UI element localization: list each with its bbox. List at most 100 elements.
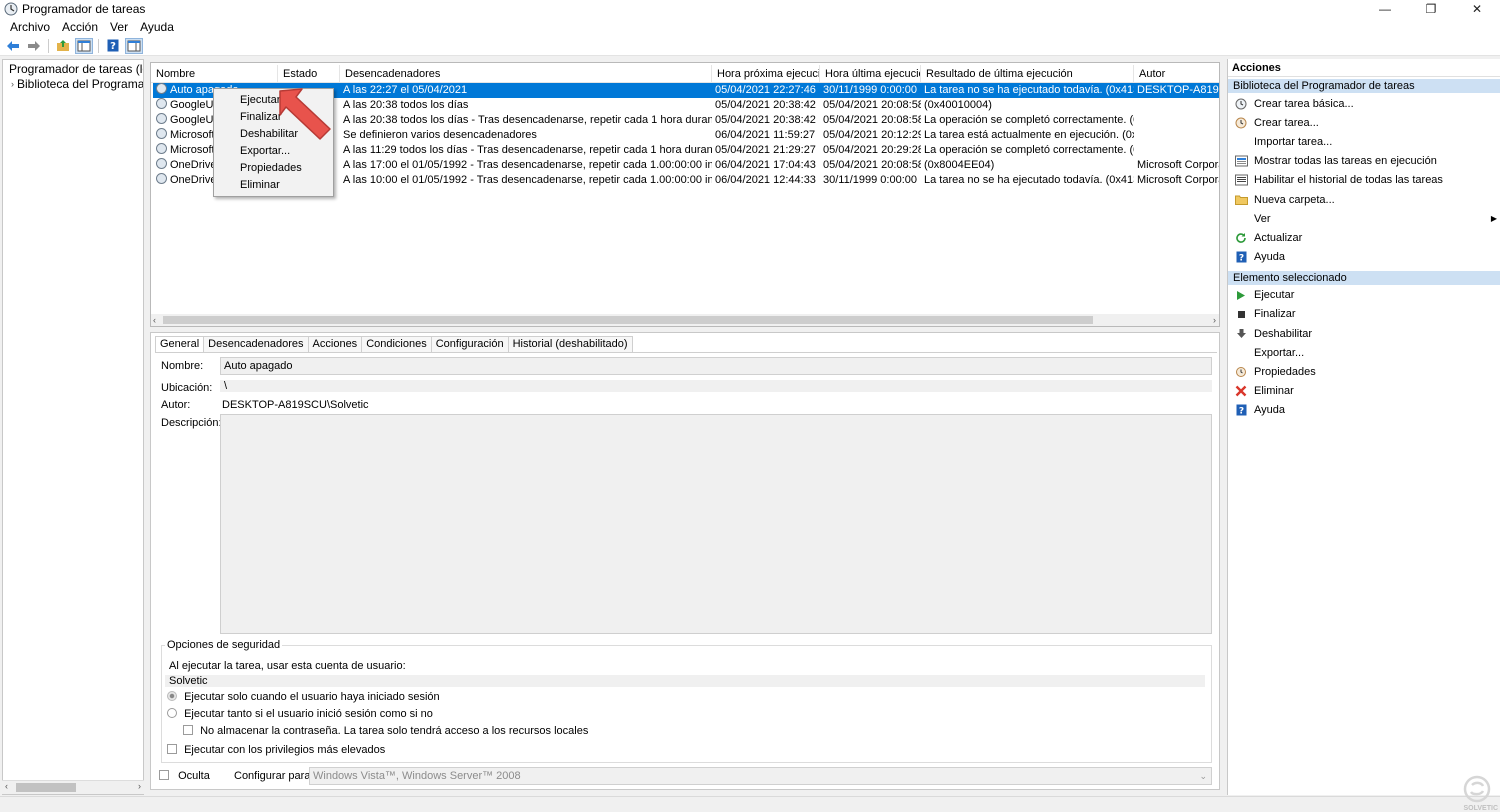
- menu-ayuda[interactable]: Ayuda: [134, 20, 180, 34]
- action-new-folder[interactable]: Nueva carpeta...: [1228, 190, 1500, 209]
- action-properties[interactable]: Propiedades: [1228, 362, 1500, 381]
- scrollbar-thumb[interactable]: [163, 316, 1093, 324]
- account-field: Solvetic: [165, 675, 1205, 687]
- column-header-triggers[interactable]: Desencadenadores: [340, 65, 712, 83]
- forward-arrow-icon: [28, 40, 40, 51]
- run-whether-logged-on-option[interactable]: Ejecutar tanto si el usuario inició sesi…: [167, 708, 433, 720]
- description-label: Descripción:: [161, 417, 222, 429]
- tab-conditions[interactable]: Condiciones: [361, 336, 432, 352]
- checkbox[interactable]: [159, 770, 169, 780]
- show-hide-tree-button[interactable]: [75, 37, 93, 54]
- tree-item-root[interactable]: Programador de tareas (local: [3, 61, 143, 76]
- chevron-down-icon: ⌄: [1199, 771, 1207, 781]
- actions-pane-title: Acciones: [1228, 59, 1500, 77]
- blank-icon: [1234, 135, 1248, 149]
- author-value: DESKTOP-A819SCU\Solvetic: [222, 399, 369, 411]
- menu-ver[interactable]: Ver: [104, 20, 134, 34]
- back-arrow-icon: [7, 40, 19, 51]
- tab-settings[interactable]: Configuración: [430, 336, 509, 352]
- action-export[interactable]: Exportar...: [1228, 343, 1500, 362]
- context-menu-exportar[interactable]: Exportar...: [214, 143, 333, 160]
- help-button[interactable]: ?: [104, 38, 122, 54]
- forward-button[interactable]: [25, 38, 43, 54]
- tab-history[interactable]: Historial (deshabilitado): [507, 336, 633, 352]
- title-bar: Programador de tareas — ❐ ✕: [0, 0, 1500, 18]
- action-refresh[interactable]: Actualizar: [1228, 228, 1500, 247]
- minimize-button[interactable]: —: [1362, 0, 1408, 18]
- restore-button[interactable]: ❐: [1408, 0, 1454, 18]
- detail-tabs: General Desencadenadores Acciones Condic…: [155, 336, 633, 353]
- console-tree: Programador de tareas (local › Bibliotec…: [2, 59, 144, 795]
- down-arrow-icon: [1234, 327, 1248, 341]
- description-field[interactable]: [220, 414, 1212, 634]
- menu-accion[interactable]: Acción: [56, 20, 104, 34]
- actions-section-library[interactable]: Biblioteca del Programador de tareas: [1228, 79, 1500, 93]
- task-clock-icon: [156, 143, 167, 154]
- scroll-right-arrow-icon[interactable]: ›: [138, 781, 141, 791]
- hidden-option[interactable]: Oculta: [159, 770, 210, 782]
- action-help[interactable]: ? Ayuda: [1228, 248, 1500, 267]
- radio-button-checked[interactable]: [167, 691, 177, 701]
- task-clock-icon: [156, 98, 167, 109]
- toolbar: ?: [0, 36, 1500, 56]
- context-menu-eliminar[interactable]: Eliminar: [214, 177, 333, 194]
- configure-for-dropdown[interactable]: Windows Vista™, Windows Server™ 2008 ⌄: [309, 767, 1212, 785]
- no-store-password-option[interactable]: No almacenar la contraseña. La tarea sol…: [183, 725, 588, 737]
- action-create-basic-task[interactable]: Crear tarea básica...: [1228, 94, 1500, 113]
- action-run[interactable]: Ejecutar: [1228, 286, 1500, 305]
- action-help-selected[interactable]: ? Ayuda: [1228, 401, 1500, 420]
- actions-pane: Acciones Biblioteca del Programador de t…: [1227, 59, 1500, 795]
- run-only-logged-on-option[interactable]: Ejecutar solo cuando el usuario haya ini…: [167, 691, 440, 703]
- scrollbar-thumb[interactable]: [16, 783, 76, 792]
- tab-general[interactable]: General: [155, 336, 205, 353]
- svg-text:?: ?: [1238, 254, 1243, 264]
- actions-section-selected-item[interactable]: Elemento seleccionado: [1228, 270, 1500, 285]
- name-label: Nombre:: [161, 360, 204, 372]
- task-list-horizontal-scrollbar[interactable]: ‹ ›: [151, 314, 1219, 326]
- back-button[interactable]: [4, 38, 22, 54]
- checkbox[interactable]: [183, 725, 193, 735]
- scroll-right-arrow-icon[interactable]: ›: [1213, 314, 1216, 326]
- action-create-task[interactable]: Crear tarea...: [1228, 113, 1500, 132]
- action-enable-history[interactable]: Habilitar el historial de todas las tare…: [1228, 171, 1500, 190]
- highest-privileges-option[interactable]: Ejecutar con los privilegios más elevado…: [167, 744, 385, 756]
- svg-text:?: ?: [110, 41, 116, 52]
- toolbar-separator: [48, 38, 49, 53]
- folder-icon: [1234, 193, 1248, 207]
- action-end[interactable]: Finalizar: [1228, 305, 1500, 324]
- column-header-last-result[interactable]: Resultado de última ejecución: [921, 65, 1134, 83]
- radio-button[interactable]: [167, 708, 177, 718]
- name-field[interactable]: Auto apagado: [220, 357, 1212, 375]
- column-header-next-run[interactable]: Hora próxima ejecución: [712, 65, 820, 83]
- scroll-left-arrow-icon[interactable]: ‹: [153, 314, 156, 326]
- chevron-right-icon[interactable]: ›: [11, 79, 14, 89]
- close-button[interactable]: ✕: [1454, 0, 1500, 18]
- window-title: Programador de tareas: [22, 2, 146, 16]
- column-header-name[interactable]: Nombre: [151, 65, 278, 83]
- action-import-task[interactable]: Importar tarea...: [1228, 132, 1500, 151]
- watermark-text: SOLVETIC: [1463, 805, 1498, 812]
- tree-horizontal-scrollbar[interactable]: ‹ ›: [2, 780, 144, 794]
- menu-archivo[interactable]: Archivo: [4, 20, 56, 34]
- red-pointer-arrow-icon: [279, 88, 331, 140]
- column-header-status[interactable]: Estado: [278, 65, 340, 83]
- action-delete[interactable]: Eliminar: [1228, 382, 1500, 401]
- column-header-last-run[interactable]: Hora última ejecución: [820, 65, 921, 83]
- context-menu-propiedades[interactable]: Propiedades: [214, 160, 333, 177]
- svg-text:?: ?: [1238, 407, 1243, 417]
- column-header-author[interactable]: Autor: [1134, 65, 1219, 83]
- blank-icon: [1234, 346, 1248, 360]
- tab-triggers[interactable]: Desencadenadores: [203, 336, 309, 352]
- task-clock-icon: [156, 173, 167, 184]
- up-folder-button[interactable]: [54, 38, 72, 54]
- security-options-title: Opciones de seguridad: [165, 639, 283, 651]
- action-show-running-tasks[interactable]: Mostrar todas las tareas en ejecución: [1228, 152, 1500, 171]
- show-hide-action-pane-button[interactable]: [125, 37, 143, 54]
- tree-item-library[interactable]: › Biblioteca del Programad: [3, 76, 143, 91]
- create-basic-task-icon: [1234, 97, 1248, 111]
- scroll-left-arrow-icon[interactable]: ‹: [5, 781, 8, 791]
- checkbox[interactable]: [167, 744, 177, 754]
- tab-actions[interactable]: Acciones: [307, 336, 363, 352]
- action-disable[interactable]: Deshabilitar: [1228, 324, 1500, 343]
- action-view[interactable]: Ver ▶: [1228, 209, 1500, 228]
